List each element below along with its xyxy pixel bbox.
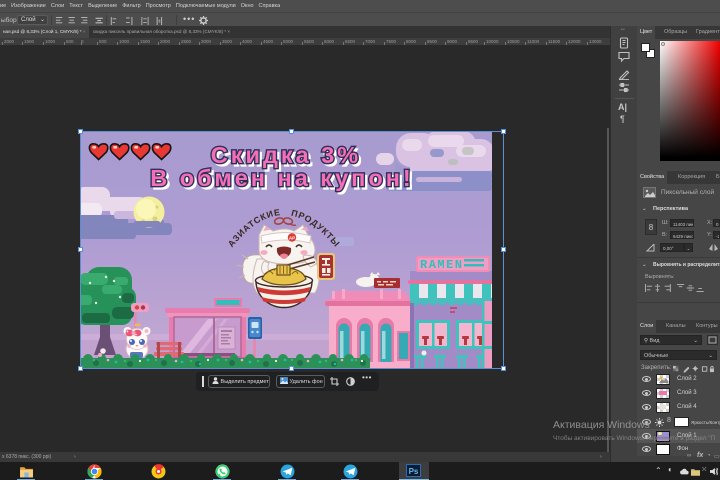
svg-text:В обмен на купон!: В обмен на купон! — [150, 165, 413, 191]
svg-text:RAMEN: RAMEN — [420, 258, 464, 272]
svg-text:АР: АР — [289, 236, 295, 241]
